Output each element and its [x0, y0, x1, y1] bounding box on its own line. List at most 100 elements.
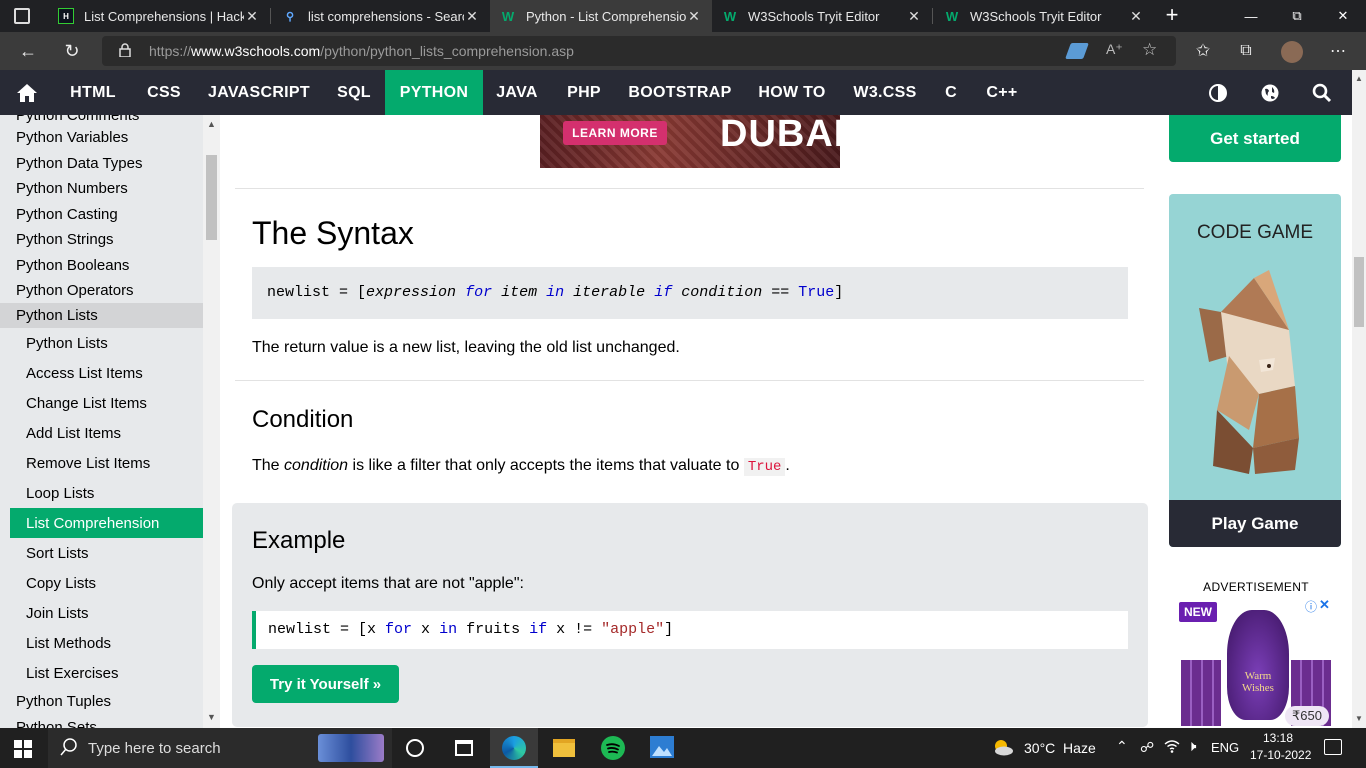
- url-field[interactable]: https://www.w3schools.com/python/python_…: [102, 36, 1176, 66]
- scroll-up-arrow-icon[interactable]: ▲: [1355, 74, 1363, 83]
- sidebar-item-python-sets[interactable]: Python Sets: [0, 715, 203, 729]
- restore-icon[interactable]: ⧉: [1274, 0, 1320, 32]
- learn-more-button[interactable]: LEARN MORE: [563, 121, 667, 145]
- nav-how-to[interactable]: HOW TO: [745, 70, 839, 115]
- tray-network-icon[interactable]: ☍: [1140, 739, 1154, 756]
- photos-icon[interactable]: [650, 736, 674, 758]
- dubai-banner-ad[interactable]: LEARN MORE DUBAI: [540, 115, 840, 168]
- page-scroll-thumb[interactable]: [1354, 257, 1364, 327]
- sidebar-subitem[interactable]: Remove List Items: [0, 448, 203, 478]
- lock-icon[interactable]: [119, 43, 131, 58]
- clock-date[interactable]: 17-10-2022: [1250, 748, 1311, 762]
- home-icon[interactable]: [5, 70, 49, 115]
- extension-tag-icon[interactable]: [1065, 43, 1089, 59]
- nav-php[interactable]: PHP: [553, 70, 615, 115]
- nav-javascript[interactable]: JAVASCRIPT: [197, 70, 321, 115]
- sidebar-item-python-data-types[interactable]: Python Data Types: [0, 151, 203, 175]
- collections-icon[interactable]: ⧉: [1231, 36, 1261, 66]
- browser-tab[interactable]: W W3Schools Tryit Editor ✕: [712, 0, 932, 32]
- nav-cpp[interactable]: C++: [973, 70, 1031, 115]
- read-aloud-icon[interactable]: A⁺: [1106, 41, 1123, 58]
- weather-icon[interactable]: [992, 738, 1014, 756]
- new-tab-icon[interactable]: +: [1160, 4, 1184, 28]
- sidebar-item-python-tuples[interactable]: Python Tuples: [0, 689, 203, 713]
- sidebar-subitem[interactable]: Join Lists: [0, 598, 203, 628]
- notifications-icon[interactable]: [1324, 739, 1342, 755]
- nav-c[interactable]: C: [931, 70, 971, 115]
- code-game-card[interactable]: CODE GAME Play Game: [1169, 194, 1341, 547]
- nav-html[interactable]: HTML: [55, 70, 131, 115]
- clock-time[interactable]: 13:18: [1263, 731, 1293, 745]
- more-menu-icon[interactable]: ⋯: [1323, 36, 1353, 66]
- nav-java[interactable]: JAVA: [485, 70, 549, 115]
- globe-icon[interactable]: [1252, 70, 1288, 115]
- volume-icon[interactable]: 🕨: [1187, 738, 1196, 755]
- nav-python[interactable]: PYTHON: [385, 70, 483, 115]
- browser-tab[interactable]: H List Comprehensions | Hacker ✕: [48, 0, 270, 32]
- close-tab-icon[interactable]: ✕: [906, 8, 922, 25]
- weather-text[interactable]: 30°C Haze: [1024, 740, 1096, 756]
- sidebar-item-python-booleans[interactable]: Python Booleans: [0, 253, 203, 277]
- play-game-button[interactable]: Play Game: [1169, 500, 1341, 547]
- try-it-yourself-button[interactable]: Try it Yourself »: [252, 665, 399, 703]
- profile-avatar[interactable]: [1281, 41, 1303, 63]
- tray-chevron-icon[interactable]: ⌃: [1116, 738, 1128, 755]
- get-started-button[interactable]: Get started: [1169, 115, 1341, 162]
- scroll-down-arrow-icon[interactable]: ▼: [1355, 714, 1363, 723]
- close-tab-icon[interactable]: ✕: [244, 8, 260, 25]
- page-scrollbar[interactable]: ▲ ▼: [1352, 70, 1366, 728]
- nav-css[interactable]: CSS: [133, 70, 195, 115]
- close-tab-icon[interactable]: ✕: [464, 8, 480, 25]
- close-window-icon[interactable]: ✕: [1320, 0, 1366, 32]
- sidebar-subitem[interactable]: Loop Lists: [0, 478, 203, 508]
- sidebar-item-python-casting[interactable]: Python Casting: [0, 202, 203, 226]
- sidebar-item-python-operators[interactable]: Python Operators: [0, 278, 203, 302]
- sidebar-item-python-numbers[interactable]: Python Numbers: [0, 176, 203, 200]
- close-tab-icon[interactable]: ✕: [686, 8, 702, 25]
- dark-mode-icon[interactable]: [1200, 70, 1236, 115]
- scroll-down-arrow-icon[interactable]: ▼: [207, 712, 216, 722]
- sidebar-subitem[interactable]: List Methods: [0, 628, 203, 658]
- file-explorer-icon[interactable]: [553, 739, 575, 757]
- back-icon[interactable]: ←: [13, 36, 43, 66]
- sidebar-subitem[interactable]: List Exercises: [0, 658, 203, 688]
- tab-actions-icon[interactable]: [14, 8, 30, 24]
- favorites-icon[interactable]: ✩: [1188, 36, 1218, 66]
- sidebar-scroll-thumb[interactable]: [206, 155, 217, 240]
- browser-tab-active[interactable]: W Python - List Comprehension ✕: [490, 0, 712, 32]
- sidebar-subitem[interactable]: Add List Items: [0, 418, 203, 448]
- ad-info-icon[interactable]: ⓘ: [1305, 598, 1317, 615]
- widgets-icon[interactable]: [455, 740, 473, 756]
- ad-close-icon[interactable]: ✕: [1319, 598, 1330, 613]
- nav-w3css[interactable]: W3.CSS: [843, 70, 927, 115]
- sidebar-item-python-lists[interactable]: Python Lists: [0, 303, 203, 328]
- sidebar-subitem-selected[interactable]: List Comprehension: [10, 508, 203, 538]
- sidebar-item-python-variables[interactable]: Python Variables: [0, 125, 203, 149]
- language-indicator[interactable]: ENG: [1211, 740, 1239, 755]
- nav-sql[interactable]: SQL: [323, 70, 385, 115]
- sidebar-subitem[interactable]: Python Lists: [0, 328, 203, 358]
- sidebar-subitem[interactable]: Copy Lists: [0, 568, 203, 598]
- refresh-icon[interactable]: ↻: [57, 36, 87, 66]
- edge-taskbar-icon[interactable]: [490, 728, 538, 768]
- sidebar-item-python-strings[interactable]: Python Strings: [0, 227, 203, 251]
- minimize-icon[interactable]: —: [1228, 0, 1274, 32]
- spotify-icon[interactable]: [601, 736, 625, 760]
- browser-tab[interactable]: ⚲ list comprehensions - Search ✕: [272, 0, 490, 32]
- search-icon[interactable]: [1304, 70, 1340, 115]
- add-favorite-icon[interactable]: ☆: [1142, 40, 1157, 60]
- main-content: LEARN MORE DUBAI The Syntax newlist = [e…: [220, 115, 1160, 728]
- close-tab-icon[interactable]: ✕: [1128, 8, 1144, 25]
- chocolate-ad[interactable]: NEW ⓘ ✕ Warm Wishes ₹650: [1177, 598, 1333, 728]
- wifi-icon[interactable]: [1164, 738, 1180, 757]
- nav-bootstrap[interactable]: BOOTSTRAP: [619, 70, 741, 115]
- sidebar-scrollbar[interactable]: ▲ ▼: [203, 115, 220, 728]
- windows-start-icon[interactable]: [14, 740, 32, 761]
- taskbar-search-box[interactable]: Type here to search: [48, 728, 392, 768]
- sidebar-subitem[interactable]: Sort Lists: [0, 538, 203, 568]
- browser-tab[interactable]: W W3Schools Tryit Editor ✕: [934, 0, 1154, 32]
- scroll-up-arrow-icon[interactable]: ▲: [207, 119, 216, 129]
- sidebar-subitem[interactable]: Access List Items: [0, 358, 203, 388]
- sidebar-subitem[interactable]: Change List Items: [0, 388, 203, 418]
- task-view-icon[interactable]: [406, 739, 424, 757]
